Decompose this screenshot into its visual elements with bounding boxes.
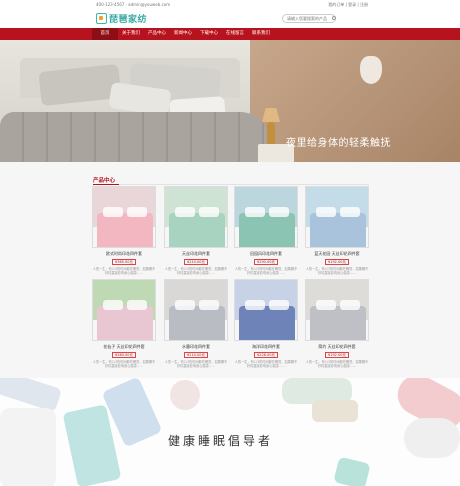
nav-item-contact[interactable]: 联系我们 bbox=[248, 28, 274, 40]
product-name[interactable]: 简约 天丝印花四件套 bbox=[305, 344, 369, 350]
product-price: ¥210.00元 bbox=[184, 352, 208, 358]
product-price: ¥260.00元 bbox=[112, 352, 136, 358]
product-price: ¥365.00元 bbox=[112, 259, 136, 265]
rolled-towel bbox=[404, 418, 460, 458]
product-card[interactable]: 天丝印花四件套 ¥210.00元人的一生，有1/3的时间都在睡觉，如果睡不好将直接… bbox=[164, 186, 228, 278]
product-desc: 人的一生，有1/3的时间都在睡觉，如果睡不好将直接影响身心健康…… bbox=[234, 267, 298, 276]
product-desc: 人的一生，有1/3的时间都在睡觉，如果睡不好将直接影响身心健康…… bbox=[164, 360, 228, 369]
product-desc: 人的一生，有1/3的时间都在睡觉，如果睡不好将直接影响身心健康…… bbox=[92, 267, 156, 276]
product-price: ¥192.00元 bbox=[325, 352, 349, 358]
bottom-banner: 健康睡眠倡导者 bbox=[0, 378, 460, 486]
logo-icon bbox=[96, 12, 107, 24]
product-name[interactable]: 蓝天花园 天丝印花四件套 bbox=[305, 251, 369, 257]
section-title: 产品中心 bbox=[93, 178, 116, 184]
product-desc: 人的一生，有1/3的时间都在睡觉，如果睡不好将直接影响身心健康…… bbox=[305, 267, 369, 276]
product-name[interactable]: 海洋印花四件套 bbox=[234, 344, 298, 350]
logo-text: 琵琶家纺 bbox=[109, 14, 148, 25]
product-image[interactable] bbox=[234, 186, 298, 248]
product-desc: 人的一生，有1/3的时间都在睡觉，如果睡不好将直接影响身心健康…… bbox=[92, 360, 156, 369]
nav-item-about[interactable]: 关于我们 bbox=[118, 28, 144, 40]
main-nav: 首页 关于我们 产品中心 新闻中心 下载中心 在线留言 联系我们 bbox=[0, 28, 460, 40]
product-name[interactable]: 田园风印花四件套 bbox=[234, 251, 298, 257]
product-price: ¥228.00元 bbox=[254, 352, 278, 358]
product-image[interactable] bbox=[164, 279, 228, 341]
product-name[interactable]: 天丝印花四件套 bbox=[164, 251, 228, 257]
logo[interactable]: 琵琶家纺 bbox=[96, 10, 147, 26]
product-name[interactable]: 花仙子 天丝印花四件套 bbox=[92, 344, 156, 350]
header: 琵琶家纺 bbox=[0, 8, 460, 28]
product-image[interactable] bbox=[234, 279, 298, 341]
product-card[interactable]: 海洋印花四件套 ¥228.00元人的一生，有1/3的时间都在睡觉，如果睡不好将直接… bbox=[234, 279, 298, 371]
product-image[interactable] bbox=[305, 279, 369, 341]
folded-sheet bbox=[0, 408, 56, 486]
product-name[interactable]: 欧式时尚印花四件套 bbox=[92, 251, 156, 257]
product-price: ¥290.00元 bbox=[254, 259, 278, 265]
folded-towel bbox=[312, 400, 358, 422]
product-desc: 人的一生，有1/3的时间都在睡觉，如果睡不好将直接影响身心健康…… bbox=[305, 360, 369, 369]
search-icon[interactable] bbox=[332, 16, 336, 20]
nav-item-products[interactable]: 产品中心 bbox=[144, 28, 170, 40]
product-image[interactable] bbox=[92, 279, 156, 341]
quilt bbox=[0, 112, 270, 162]
product-image[interactable] bbox=[305, 186, 369, 248]
product-card[interactable]: 花仙子 天丝印花四件套 ¥260.00元人的一生，有1/3的时间都在睡觉，如果睡不… bbox=[92, 279, 156, 371]
banner-slogan: 夜里给身体的轻柔触抚 bbox=[286, 138, 391, 149]
contact-info: 400-123-4567 · admin@youweb.com bbox=[96, 2, 171, 7]
product-card[interactable]: 简约 天丝印花四件套 ¥192.00元人的一生，有1/3的时间都在睡觉，如果睡不好… bbox=[305, 279, 369, 371]
product-image[interactable] bbox=[164, 186, 228, 248]
product-section: 产品中心 欧式时尚印花四件套 ¥365.00元人的一生，有1/3的时间都在睡觉，如… bbox=[0, 162, 460, 378]
product-desc: 人的一生，有1/3的时间都在睡觉，如果睡不好将直接影响身心健康…… bbox=[234, 360, 298, 369]
rolled-towel bbox=[170, 380, 200, 410]
top-strip: 400-123-4567 · admin@youweb.com 我的订单 | 登… bbox=[0, 0, 460, 8]
bottom-slogan: 健康睡眠倡导者 bbox=[168, 434, 274, 448]
nav-item-message[interactable]: 在线留言 bbox=[222, 28, 248, 40]
product-card[interactable]: 水墨印花四件套 ¥210.00元人的一生，有1/3的时间都在睡觉，如果睡不好将直接… bbox=[164, 279, 228, 371]
nav-item-home[interactable]: 首页 bbox=[92, 28, 118, 40]
product-name[interactable]: 水墨印花四件套 bbox=[164, 344, 228, 350]
hero-banner[interactable]: 夜里给身体的轻柔触抚 bbox=[0, 40, 460, 162]
section-divider bbox=[93, 184, 369, 185]
product-image[interactable] bbox=[92, 186, 156, 248]
product-price: ¥210.00元 bbox=[184, 259, 208, 265]
search-input[interactable] bbox=[282, 14, 336, 23]
product-card[interactable]: 田园风印花四件套 ¥290.00元人的一生，有1/3的时间都在睡觉，如果睡不好将直… bbox=[234, 186, 298, 278]
lamp-base bbox=[267, 122, 275, 144]
product-card[interactable]: 蓝天花园 天丝印花四件套 ¥192.00元人的一生，有1/3的时间都在睡觉，如果睡… bbox=[305, 186, 369, 278]
deer-head-decor bbox=[360, 56, 382, 84]
product-desc: 人的一生，有1/3的时间都在睡觉，如果睡不好将直接影响身心健康…… bbox=[164, 267, 228, 276]
nav-item-news[interactable]: 新闻中心 bbox=[170, 28, 196, 40]
product-price: ¥192.00元 bbox=[325, 259, 349, 265]
nav-item-download[interactable]: 下载中心 bbox=[196, 28, 222, 40]
product-card[interactable]: 欧式时尚印花四件套 ¥365.00元人的一生，有1/3的时间都在睡觉，如果睡不好将… bbox=[92, 186, 156, 278]
folded-towel bbox=[333, 456, 371, 486]
